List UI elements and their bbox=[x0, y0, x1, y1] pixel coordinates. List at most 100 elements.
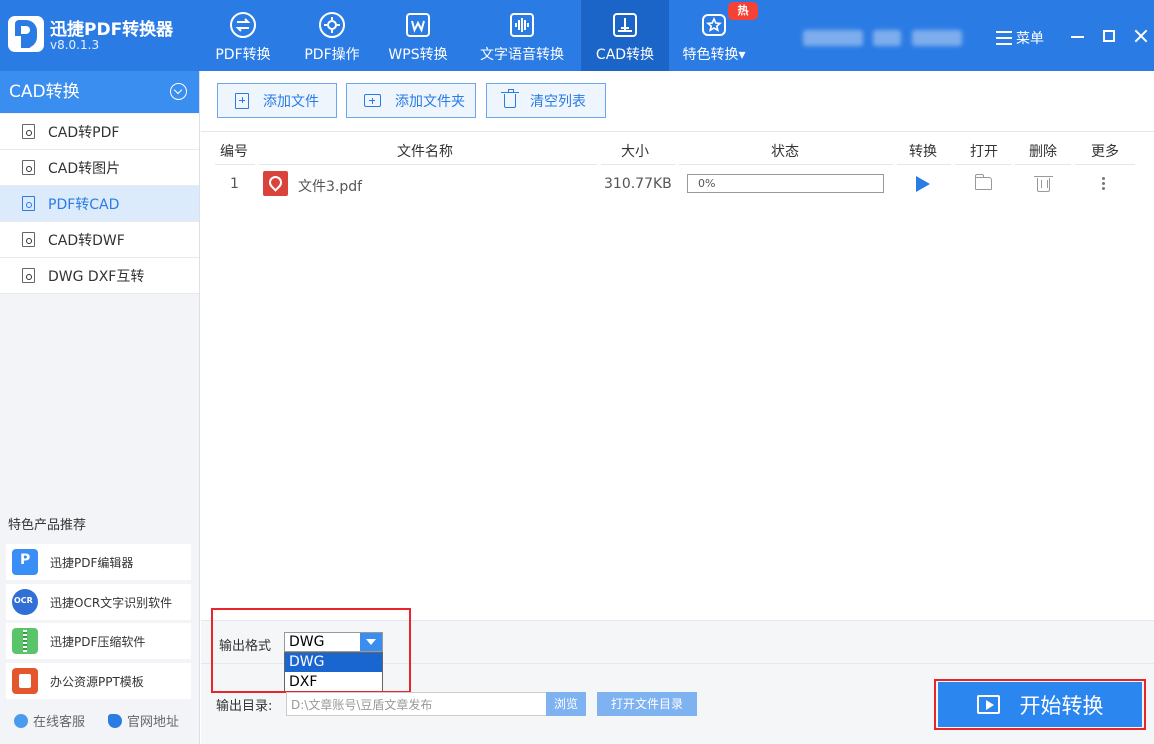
promo-label: 迅捷OCR文字识别软件 bbox=[50, 595, 173, 610]
row-size: 310.77KB bbox=[604, 176, 672, 192]
file-icon bbox=[22, 124, 35, 139]
sidebar-item-cad-to-pdf[interactable]: CAD转PDF bbox=[0, 114, 199, 150]
online-service-link[interactable]: 在线客服 bbox=[14, 711, 85, 730]
tab-cad-convert[interactable]: CAD转换 bbox=[581, 0, 669, 71]
gear-icon bbox=[319, 12, 345, 38]
tab-pdf-convert[interactable]: PDF转换 bbox=[207, 0, 279, 71]
footer-label: 官网地址 bbox=[127, 715, 180, 730]
blurred-user-info bbox=[873, 30, 901, 46]
add-folder-button[interactable]: 添加文件夹 bbox=[346, 83, 476, 118]
highlight-box bbox=[934, 679, 1146, 730]
blurred-user-info bbox=[803, 30, 863, 46]
delete-icon[interactable] bbox=[1034, 176, 1053, 192]
tab-wps-convert[interactable]: WPS转换 bbox=[382, 0, 454, 71]
promo-label: 迅捷PDF编辑器 bbox=[50, 555, 134, 570]
promo-label: 迅捷PDF压缩软件 bbox=[50, 634, 146, 649]
title-bar: 迅捷PDF转换器 v8.0.1.3 PDF转换 PDF操作 WPS转换 文字语音… bbox=[0, 0, 1154, 71]
col-delete: 删除 bbox=[1029, 144, 1057, 160]
row-filename: 文件3.pdf bbox=[298, 179, 363, 195]
hot-badge: 热 bbox=[728, 2, 758, 20]
open-dir-button[interactable]: 打开文件目录 bbox=[597, 692, 697, 716]
website-link[interactable]: 官网地址 bbox=[108, 711, 179, 730]
col-name: 文件名称 bbox=[397, 144, 453, 160]
open-folder-icon[interactable] bbox=[975, 174, 992, 190]
promo-title: 特色产品推荐 bbox=[8, 518, 87, 533]
wps-icon bbox=[406, 13, 430, 37]
sidebar-header-label: CAD转换 bbox=[9, 82, 80, 102]
audio-wave-icon bbox=[510, 13, 534, 37]
ocr-icon bbox=[12, 589, 38, 615]
promo-pdf-editor[interactable]: 迅捷PDF编辑器 bbox=[6, 544, 191, 580]
sidebar-item-label: PDF转CAD bbox=[48, 196, 120, 213]
sidebar: CAD转换 CAD转PDF CAD转图片 PDF转CAD CAD转DWF DWG… bbox=[0, 71, 200, 744]
image-icon bbox=[22, 160, 35, 175]
progress-text: 0% bbox=[698, 177, 716, 190]
play-icon[interactable] bbox=[916, 176, 930, 192]
sidebar-item-label: CAD转DWF bbox=[48, 232, 125, 249]
sidebar-item-dwg-dxf[interactable]: DWG DXF互转 bbox=[0, 258, 199, 294]
output-dir-input[interactable] bbox=[286, 692, 547, 716]
tab-pdf-operation[interactable]: PDF操作 bbox=[296, 0, 368, 71]
swap-icon bbox=[22, 268, 35, 283]
tab-label: WPS转换 bbox=[388, 47, 448, 63]
add-folder-label: 添加文件夹 bbox=[395, 93, 465, 110]
clear-list-button[interactable]: 清空列表 bbox=[486, 83, 606, 118]
app-version: v8.0.1.3 bbox=[50, 38, 100, 52]
pdf-editor-icon bbox=[12, 549, 38, 575]
sidebar-header[interactable]: CAD转换 bbox=[0, 71, 199, 113]
ppt-icon bbox=[12, 668, 38, 694]
zip-icon bbox=[12, 628, 38, 654]
menu-button[interactable]: 菜单 bbox=[996, 28, 1044, 48]
trash-icon bbox=[501, 88, 519, 108]
pdf-file-icon bbox=[263, 171, 288, 196]
row-index: 1 bbox=[230, 176, 239, 192]
tab-label: 特色转换▾ bbox=[682, 47, 746, 63]
col-open: 打开 bbox=[970, 144, 998, 160]
col-status: 状态 bbox=[771, 144, 799, 160]
maximize-button[interactable] bbox=[1100, 26, 1120, 46]
footer-label: 在线客服 bbox=[33, 715, 86, 730]
clear-list-label: 清空列表 bbox=[530, 93, 586, 110]
sidebar-item-cad-to-dwf[interactable]: CAD转DWF bbox=[0, 222, 199, 258]
add-file-label: 添加文件 bbox=[263, 93, 319, 110]
tab-label: CAD转换 bbox=[595, 47, 655, 63]
promo-pdf-compress[interactable]: 迅捷PDF压缩软件 bbox=[6, 623, 191, 659]
tab-label: PDF操作 bbox=[304, 47, 360, 63]
file-icon bbox=[22, 196, 35, 211]
output-dir-label: 输出目录: bbox=[216, 699, 273, 714]
table-row[interactable]: 1 文件3.pdf 310.77KB bbox=[201, 166, 1154, 202]
headset-icon bbox=[14, 713, 28, 728]
file-table-header: 编号 文件名称 大小 状态 转换 打开 删除 更多 bbox=[201, 131, 1154, 165]
sidebar-item-pdf-to-cad[interactable]: PDF转CAD bbox=[0, 186, 199, 222]
add-folder-icon bbox=[364, 94, 381, 107]
col-index: 编号 bbox=[220, 144, 248, 160]
hamburger-icon bbox=[996, 31, 1012, 45]
cad-icon bbox=[613, 13, 637, 37]
tab-label: 文字语音转换 bbox=[480, 47, 564, 63]
browser-icon bbox=[108, 713, 122, 728]
sidebar-item-cad-to-image[interactable]: CAD转图片 bbox=[0, 150, 199, 186]
chevron-down-icon[interactable] bbox=[170, 83, 187, 100]
add-file-button[interactable]: 添加文件 bbox=[217, 83, 337, 118]
sidebar-item-label: CAD转图片 bbox=[48, 160, 121, 177]
minimize-button[interactable] bbox=[1068, 26, 1088, 46]
col-more: 更多 bbox=[1091, 144, 1119, 160]
tab-label: PDF转换 bbox=[215, 47, 271, 63]
promo-ocr[interactable]: 迅捷OCR文字识别软件 bbox=[6, 584, 191, 620]
convert-icon bbox=[230, 12, 256, 38]
browse-button[interactable]: 浏览 bbox=[546, 692, 586, 716]
star-icon bbox=[702, 14, 726, 36]
col-convert: 转换 bbox=[909, 144, 937, 160]
blurred-user-info bbox=[912, 30, 962, 46]
promo-ppt-template[interactable]: 办公资源PPT模板 bbox=[6, 663, 191, 699]
highlight-box bbox=[211, 608, 411, 693]
promo-label: 办公资源PPT模板 bbox=[50, 674, 144, 689]
tab-text-speech[interactable]: 文字语音转换 bbox=[474, 0, 570, 71]
more-icon[interactable] bbox=[1102, 177, 1106, 191]
col-size: 大小 bbox=[621, 144, 649, 160]
add-file-icon bbox=[235, 92, 249, 109]
app-logo-icon bbox=[8, 16, 44, 52]
app-title: 迅捷PDF转换器 bbox=[50, 20, 174, 40]
close-button[interactable] bbox=[1131, 26, 1151, 46]
sidebar-item-label: DWG DXF互转 bbox=[48, 268, 145, 285]
